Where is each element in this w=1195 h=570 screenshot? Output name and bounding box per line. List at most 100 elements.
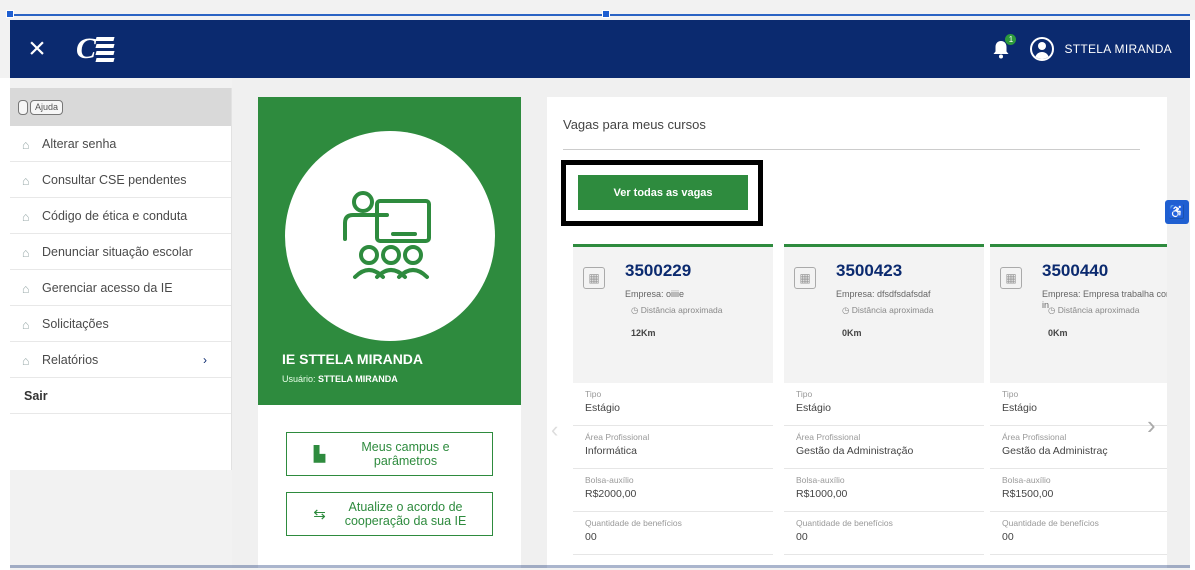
job-distance: 0Km [842,328,862,338]
sidebar-item-solicitacoes[interactable]: ⌂ Solicitações [10,306,231,342]
job-company: Empresa: oiiiie [625,289,685,299]
job-card[interactable]: ▦ 3500229 Empresa: oiiiie ◷ Distância ap… [573,244,773,568]
vagas-panel: Vagas para meus cursos Ver todas as vaga… [547,97,1167,568]
job-type: Estágio [796,402,832,414]
home-icon: ⌂ [22,317,30,332]
vagas-title: Vagas para meus cursos [563,117,706,132]
sidebar-item-label: Alterar senha [42,136,117,151]
job-distance-label: ◷ Distância aproximada [1048,305,1140,315]
chevron-right-icon[interactable]: › [1147,410,1156,441]
job-type: Estágio [585,402,621,414]
job-area: Gestão da Administração [796,445,914,457]
sidebar-item-label: Consultar CSE pendentes [42,172,187,187]
focus-highlight: Ver todas as vagas [561,160,763,226]
app-window: × C 1 STTELA MIRANDA Ajuda ⌂ Alterar sen… [0,0,1195,570]
job-benefits: 00 [585,531,597,543]
job-area-label: Área Profissional [1002,432,1067,442]
building-icon: ▦ [794,267,816,289]
building-icon: ▦ [1000,267,1022,289]
sidebar-header: Ajuda [10,88,231,126]
notification-badge: 1 [1005,34,1017,45]
job-area: Informática [585,445,637,457]
home-icon: ⌂ [22,173,30,188]
job-type: Estágio [1002,402,1038,414]
update-agreement-label: Atualize o acordo de cooperação da sua I… [344,500,467,528]
job-area-label: Área Profissional [585,432,650,442]
campus-settings-label: Meus campus e parâmetros [361,440,450,468]
top-navbar: × C 1 STTELA MIRANDA [10,20,1190,78]
sidebar-item-label: Denunciar situação escolar [42,244,193,259]
sidebar-item-label: Solicitações [42,316,109,331]
institution-name: IE STTELA MIRANDA [282,351,424,367]
notification-bell-icon[interactable]: 1 [990,34,1017,60]
job-type-label: Tipo [585,389,602,399]
campus-settings-button[interactable]: ▙ Meus campus e parâmetros [286,432,493,476]
home-icon: ⌂ [22,353,30,368]
header-user-name[interactable]: STTELA MIRANDA [1064,42,1172,56]
help-tag[interactable]: Ajuda [30,99,64,115]
accessibility-icon[interactable]: ♿ [1165,200,1189,224]
teacher-icon [285,131,495,341]
profile-card: IE STTELA MIRANDA Usuário: STTELA MIRAND… [258,97,521,405]
job-benefits: 00 [796,531,808,543]
job-type-label: Tipo [796,389,813,399]
chevron-left-icon[interactable]: ‹ [551,417,558,443]
job-area-label: Área Profissional [796,432,861,442]
user-avatar-icon[interactable] [1030,37,1055,61]
job-card[interactable]: ▦ 3500440 Empresa: Empresa trabalha com … [990,244,1167,568]
sidebar-item-label: Código de ética e conduta [42,208,188,223]
home-icon: ⌂ [22,137,30,152]
profile-actions: ▙ Meus campus e parâmetros ⇆ Atualize o … [258,405,521,568]
job-stipend: R$1500,00 [1002,488,1054,500]
job-code: 3500423 [836,261,903,280]
job-benefits-label: Quantidade de benefícios [585,518,682,528]
job-stipend-label: Bolsa-auxílio [1002,475,1051,485]
job-code: 3500440 [1042,261,1109,280]
selection-outline [10,14,1190,16]
user-label: Usuário: [282,374,316,384]
job-distance-label: ◷ Distância aproximada [842,305,934,315]
job-benefits-label: Quantidade de benefícios [1002,518,1099,528]
user-value: STTELA MIRANDA [318,374,398,384]
home-icon: ⌂ [22,245,30,260]
sidebar-item-gerenciar-acesso[interactable]: ⌂ Gerenciar acesso da IE [10,270,231,306]
sidebar-item-denunciar[interactable]: ⌂ Denunciar situação escolar [10,234,231,270]
sidebar-item-label: Gerenciar acesso da IE [42,280,173,295]
job-stipend-label: Bolsa-auxílio [796,475,845,485]
sidebar-item-label: Relatórios [42,352,99,367]
job-benefits-label: Quantidade de benefícios [796,518,893,528]
job-distance-label: ◷ Distância aproximada [631,305,723,315]
divider [563,149,1140,150]
sidebar-item-codigo-etica[interactable]: ⌂ Código de ética e conduta [10,198,231,234]
handshake-icon: ⇆ [313,506,326,523]
job-stipend: R$1000,00 [796,488,848,500]
job-company: Empresa: dfsdfsdafsdaf [836,289,931,299]
home-icon: ⌂ [22,281,30,296]
job-distance: 12Km [631,328,656,338]
job-stipend-label: Bolsa-auxílio [585,475,634,485]
job-card[interactable]: ▦ 3500423 Empresa: dfsdfsdafsdaf ◷ Distâ… [784,244,984,568]
institution-user: Usuário: STTELA MIRANDA [282,374,398,384]
job-benefits: 00 [1002,531,1014,543]
sidebar-item-consultar-cse[interactable]: ⌂ Consultar CSE pendentes [10,162,231,198]
sidebar-item-relatorios[interactable]: ⌂ Relatórios › [10,342,231,378]
sidebar-tag[interactable] [18,99,28,115]
building-icon: ▦ [583,267,605,289]
job-type-label: Tipo [1002,389,1019,399]
sidebar-menu: Ajuda ⌂ Alterar senha ⌂ Consultar CSE pe… [10,88,232,470]
sidebar-item-sair[interactable]: Sair [10,378,231,414]
job-stipend: R$2000,00 [585,488,637,500]
job-code: 3500229 [625,261,692,280]
chevron-right-icon: › [203,352,207,367]
job-area: Gestão da Administraç [1002,445,1108,457]
close-icon[interactable]: × [22,34,52,64]
job-distance: 0Km [1048,328,1068,338]
home-icon: ⌂ [22,209,30,224]
see-all-vagas-button[interactable]: Ver todas as vagas [578,175,748,210]
sidebar-item-alterar-senha[interactable]: ⌂ Alterar senha [10,126,231,162]
selection-handle[interactable] [6,10,14,18]
ciee-logo: C [76,32,115,66]
selection-handle[interactable] [602,10,610,18]
building-icon: ▙ [313,446,326,463]
update-agreement-button[interactable]: ⇆ Atualize o acordo de cooperação da sua… [286,492,493,536]
